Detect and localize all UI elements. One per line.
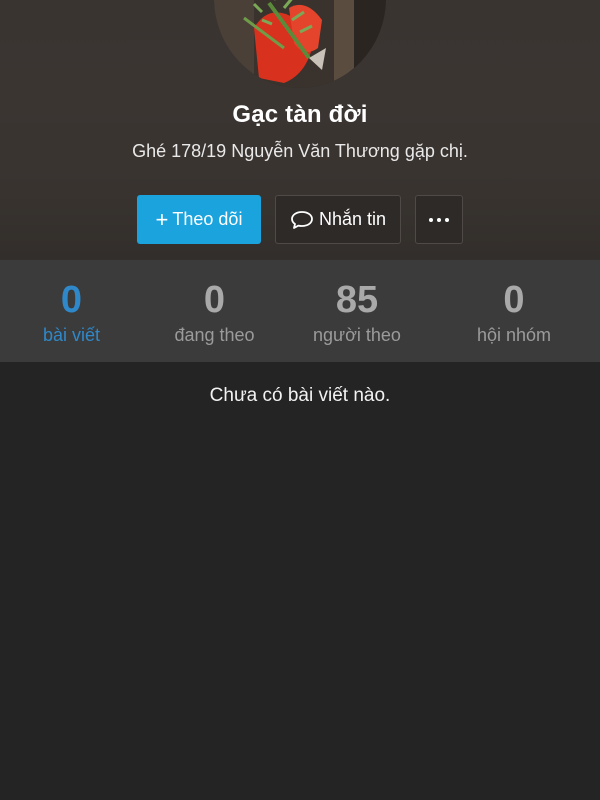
speech-bubble-icon bbox=[291, 210, 313, 229]
stat-label: đang theo bbox=[174, 325, 255, 345]
stat-value: 0 bbox=[503, 279, 525, 321]
follow-button-label: Theo dõi bbox=[172, 209, 243, 229]
stat-value: 85 bbox=[335, 279, 379, 321]
stat-followers[interactable]: 85 người theo bbox=[286, 260, 428, 362]
stat-posts[interactable]: 0 bài viết bbox=[0, 260, 143, 362]
stat-value: 0 bbox=[203, 279, 226, 321]
ellipsis-icon bbox=[429, 217, 449, 222]
message-button-label: Nhắn tin bbox=[318, 209, 387, 229]
empty-state-message: Chưa có bài viết nào. bbox=[209, 385, 391, 406]
stat-groups[interactable]: 0 hội nhóm bbox=[428, 260, 600, 362]
follow-button[interactable]: + Theo dõi bbox=[137, 195, 261, 244]
stat-following[interactable]: 0 đang theo bbox=[143, 260, 286, 362]
avatar[interactable] bbox=[214, 0, 386, 88]
stat-label: bài viết bbox=[42, 325, 101, 345]
profile-name: Gạc tàn đời bbox=[232, 101, 368, 128]
profile-stats: 0 bài viết 0 đang theo 85 người theo 0 h… bbox=[0, 260, 600, 362]
profile-header: Gạc tàn đời Ghé 178/19 Nguyễn Văn Thương… bbox=[0, 0, 600, 260]
message-button[interactable]: Nhắn tin bbox=[275, 195, 401, 244]
stat-label: người theo bbox=[313, 325, 401, 345]
profile-bio: Ghé 178/19 Nguyễn Văn Thương gặp chị. bbox=[132, 141, 468, 161]
stat-value: 0 bbox=[60, 279, 83, 321]
more-button[interactable] bbox=[415, 195, 463, 244]
avatar-photo bbox=[214, 0, 386, 88]
plus-icon: + bbox=[155, 206, 169, 232]
stat-label: hội nhóm bbox=[476, 325, 552, 345]
